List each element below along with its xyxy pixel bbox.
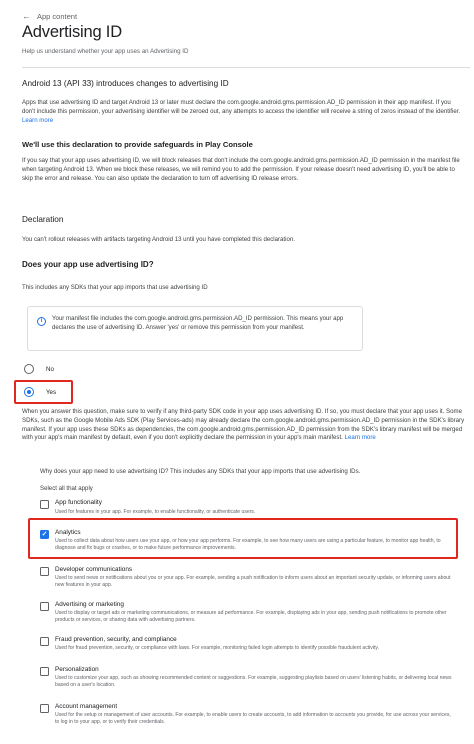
item-desc: Used for the setup or management of user…: [55, 712, 451, 726]
purpose-question: Why does your app need to use advertisin…: [40, 468, 361, 475]
radio-no[interactable]: [24, 364, 34, 374]
item-title: App functionality: [55, 499, 102, 506]
item-desc: Used to display or target ads or marketi…: [55, 610, 447, 624]
checkbox-fraud-prevention[interactable]: [40, 637, 49, 646]
item-title: Advertising or marketing: [55, 601, 124, 608]
select-all-label: Select all that apply: [40, 485, 93, 492]
android13-body: Apps that use advertising ID and target …: [22, 99, 461, 124]
safeguards-body: If you say that your app uses advertisin…: [22, 157, 460, 182]
radio-option-no[interactable]: No: [24, 364, 54, 374]
item-title: Fraud prevention, security, and complian…: [55, 636, 177, 643]
item-title: Personalization: [55, 666, 99, 673]
back-link[interactable]: ← App content: [22, 11, 77, 21]
declaration-body: You can't rollout releases with artifact…: [22, 236, 295, 243]
page-title: Advertising ID: [22, 23, 122, 41]
arrow-left-icon: ←: [22, 11, 31, 21]
item-desc: Used for features in your app. For examp…: [55, 509, 256, 515]
radio-option-yes[interactable]: Yes: [24, 387, 56, 397]
checkbox-advertising-or-marketing[interactable]: [40, 602, 49, 611]
info-box: i Your manifest file includes the com.go…: [27, 306, 363, 351]
info-icon: i: [37, 317, 46, 326]
item-title: Account management: [55, 703, 118, 710]
info-text: Your manifest file includes the com.goog…: [52, 315, 344, 331]
checkbox-developer-communications[interactable]: [40, 567, 49, 576]
item-desc: Used for fraud prevention, security, or …: [55, 645, 379, 651]
yes-note-learn-more-link[interactable]: Learn more: [345, 434, 376, 441]
declaration-heading: Declaration: [22, 215, 64, 224]
checkbox-analytics[interactable]: ✓: [40, 530, 49, 539]
check-icon: ✓: [41, 531, 48, 538]
back-label: App content: [37, 11, 78, 21]
checkbox-app-functionality[interactable]: [40, 500, 49, 509]
safeguards-heading: We'll use this declaration to provide sa…: [22, 140, 253, 149]
item-desc: Used to customize your app, such as show…: [55, 675, 452, 689]
checkbox-account-management[interactable]: [40, 704, 49, 713]
item-desc: Used to collect data about how users use…: [55, 538, 441, 552]
checkbox-personalization[interactable]: [40, 667, 49, 676]
item-desc: Used to send news or notifications about…: [55, 575, 451, 589]
question-body: This includes any SDKs that your app imp…: [22, 284, 208, 291]
radio-no-label: No: [46, 365, 54, 373]
item-title: Developer communications: [55, 566, 133, 573]
radio-yes-label: Yes: [46, 388, 57, 396]
item-title: Analytics: [55, 529, 81, 536]
header-divider: [22, 67, 470, 68]
page-subtitle: Help us understand whether your app uses…: [22, 48, 189, 55]
radio-yes[interactable]: [24, 387, 34, 397]
android13-heading: Android 13 (API 33) introduces changes t…: [22, 79, 229, 88]
yes-note: When you answer this question, make sure…: [22, 408, 465, 442]
android13-learn-more-link[interactable]: Learn more: [22, 117, 53, 124]
question-heading: Does your app use advertising ID?: [22, 260, 154, 269]
